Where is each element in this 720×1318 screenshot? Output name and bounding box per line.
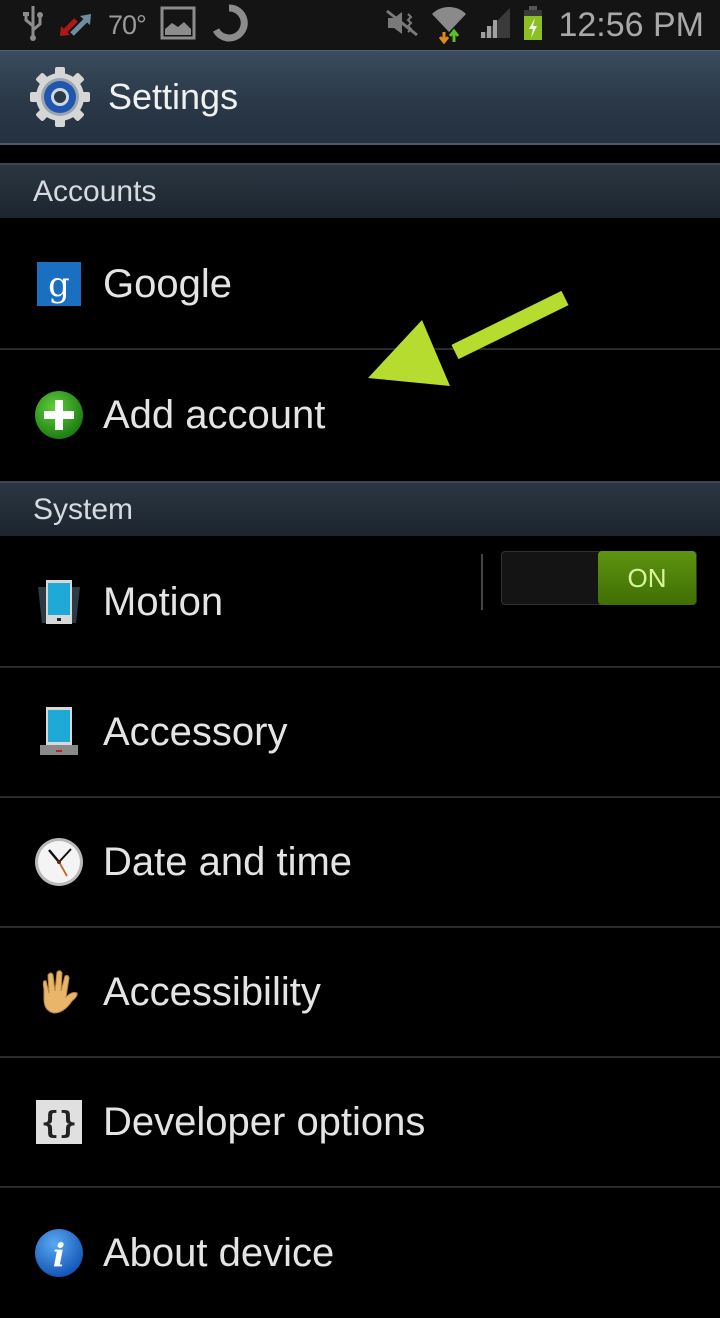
- data-transfer-icon: [58, 8, 94, 42]
- settings-item-label: Motion: [103, 579, 224, 624]
- status-bar: 70° 12:56 PM: [0, 0, 720, 50]
- toggle-divider: [481, 554, 483, 610]
- sync-icon: [210, 4, 248, 46]
- info-icon: i: [33, 1227, 85, 1279]
- settings-item-label: Add account: [103, 392, 326, 437]
- accessory-icon: [33, 706, 85, 758]
- settings-item-label: Accessibility: [103, 969, 321, 1014]
- settings-item-label: Accessory: [103, 709, 288, 754]
- settings-item-google[interactable]: g Google: [0, 220, 720, 350]
- gallery-icon: [160, 5, 196, 45]
- google-icon: g: [33, 258, 85, 310]
- wifi-icon: [430, 2, 468, 48]
- action-bar: Settings: [0, 50, 720, 145]
- settings-gear-icon[interactable]: [28, 65, 92, 129]
- motion-toggle-switch[interactable]: ON: [501, 551, 697, 605]
- usb-icon: [22, 4, 44, 46]
- add-icon: [33, 389, 85, 441]
- section-header-system: System: [0, 481, 720, 536]
- settings-item-label: About device: [103, 1230, 335, 1275]
- developer-braces-icon: {}: [33, 1096, 85, 1148]
- page-title: Settings: [108, 76, 239, 117]
- svg-text:i: i: [53, 1236, 65, 1274]
- svg-text:{}: {}: [41, 1106, 77, 1141]
- mute-icon: [384, 8, 420, 42]
- settings-item-label: Google: [103, 261, 232, 306]
- settings-item-date-and-time[interactable]: Date and time: [0, 798, 720, 928]
- hand-icon: [33, 966, 85, 1018]
- settings-item-accessory[interactable]: Accessory: [0, 668, 720, 798]
- battery-charging-icon: [522, 4, 544, 46]
- signal-icon: [478, 6, 512, 44]
- settings-item-motion[interactable]: Motion ON: [0, 538, 720, 668]
- toggle-on-state: ON: [598, 551, 696, 605]
- settings-item-add-account[interactable]: Add account: [0, 350, 720, 480]
- settings-item-about-device[interactable]: i About device: [0, 1188, 720, 1318]
- settings-item-developer-options[interactable]: {} Developer options: [0, 1058, 720, 1188]
- section-header-accounts: Accounts: [0, 163, 720, 218]
- settings-item-label: Developer options: [103, 1099, 426, 1144]
- clock-time: 12:56 PM: [558, 5, 704, 44]
- settings-item-label: Date and time: [103, 839, 353, 884]
- svg-text:g: g: [48, 265, 70, 305]
- motion-icon: [33, 576, 85, 628]
- settings-item-accessibility[interactable]: Accessibility: [0, 928, 720, 1058]
- temperature-text: 70°: [108, 9, 147, 40]
- clock-icon: [33, 836, 85, 888]
